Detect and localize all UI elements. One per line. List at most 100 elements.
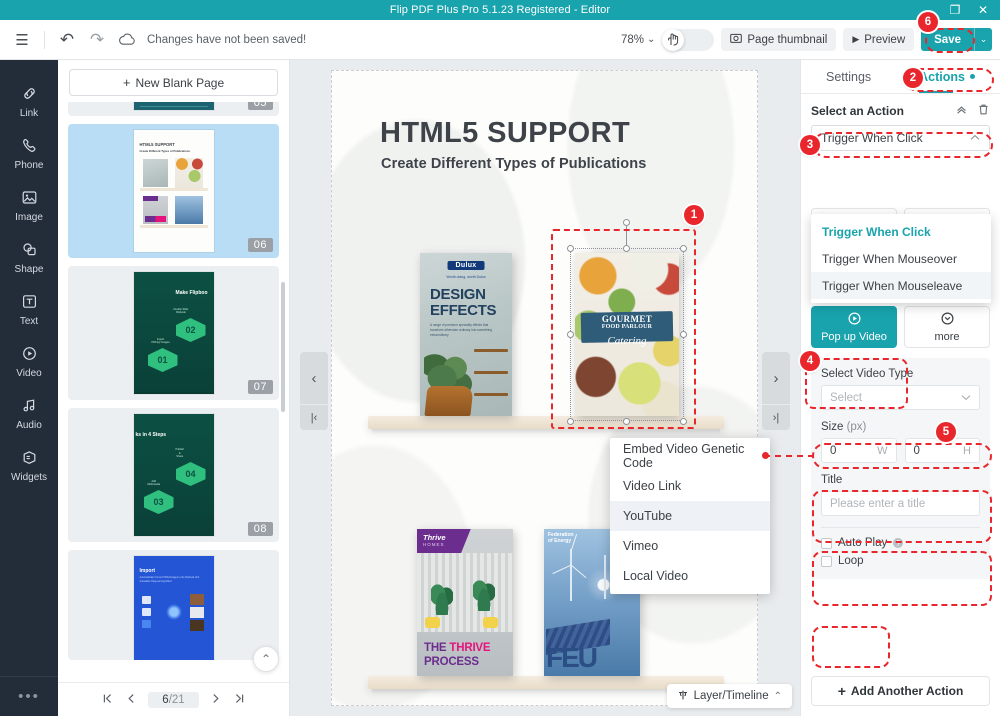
autoplay-checkbox-row[interactable]: Auto Play ? <box>821 537 980 549</box>
play-icon: ▶ <box>852 34 860 44</box>
trigger-option-click[interactable]: Trigger When Click <box>811 218 991 245</box>
action-card-label: Pop up Video <box>821 331 887 343</box>
loop-label: Loop <box>838 555 864 567</box>
height-input[interactable]: 0 H <box>904 438 980 463</box>
trigger-option-mouseleave[interactable]: Trigger When Mouseleave <box>811 272 991 299</box>
rail-item-widgets[interactable]: Widgets <box>0 440 58 492</box>
thumbnail-card-05[interactable]: Build an Multi-Media Fill More Vivid Bus… <box>68 102 279 116</box>
rail-item-label: Image <box>15 212 43 223</box>
tab-settings[interactable]: Settings <box>824 60 873 94</box>
page-indicator[interactable]: 6/21 <box>148 691 199 708</box>
tab-actions[interactable]: Actions <box>917 60 977 94</box>
collapse-panel-button[interactable]: ⌃ <box>253 646 279 672</box>
selection-handle-top-left[interactable] <box>567 245 574 252</box>
page-thumbnail-button[interactable]: Page thumbnail <box>721 28 837 51</box>
rail-more-button[interactable]: ••• <box>0 676 58 716</box>
video-type-dropdown-menu[interactable]: Embed Video Genetic Code Video Link YouT… <box>610 438 770 594</box>
selection-handle-mid-left[interactable] <box>567 331 574 338</box>
hand-tool-toggle[interactable] <box>662 28 715 51</box>
last-page-button[interactable] <box>232 693 247 707</box>
rail-item-text[interactable]: Text <box>0 284 58 336</box>
video-type-option-embed[interactable]: Embed Video Genetic Code <box>610 441 770 471</box>
thumb-text: Add Multimedia <box>147 480 161 486</box>
video-type-option-video-link[interactable]: Video Link <box>610 471 770 501</box>
title-input[interactable]: Please enter a title <box>821 491 980 516</box>
width-input[interactable]: 0 W <box>821 438 897 463</box>
trigger-select[interactable]: Trigger When Click <box>811 125 990 151</box>
add-another-action-button[interactable]: + Add Another Action <box>811 676 990 706</box>
autoplay-checkbox[interactable] <box>821 537 832 549</box>
trigger-dropdown-menu[interactable]: Trigger When Click Trigger When Mouseove… <box>811 214 991 303</box>
book-art-chair <box>424 386 474 416</box>
delete-action-icon[interactable] <box>977 103 990 119</box>
selection-handle-mid-right[interactable] <box>680 331 687 338</box>
action-card-more[interactable]: more <box>904 306 990 348</box>
layer-timeline-button[interactable]: Layer/Timeline ⌃ <box>666 684 792 708</box>
selection-box[interactable] <box>570 248 684 421</box>
save-dropdown-caret[interactable]: ⌄ <box>974 28 992 51</box>
editor-canvas[interactable]: HTML5 SUPPORT Create Different Types of … <box>290 60 800 716</box>
thumb-text: Publish & Share <box>175 448 185 459</box>
trigger-option-mouseover[interactable]: Trigger When Mouseover <box>811 245 991 272</box>
selection-handle-top-center[interactable] <box>623 245 630 252</box>
loop-checkbox[interactable] <box>821 555 832 567</box>
book-logo: Federation of Energy <box>548 532 574 544</box>
collapse-section-icon[interactable] <box>955 103 968 119</box>
page-canvas[interactable]: HTML5 SUPPORT Create Different Types of … <box>331 70 758 706</box>
close-button[interactable]: ✕ <box>970 0 996 20</box>
info-icon[interactable]: ? <box>893 538 904 548</box>
prev-page-nav-button[interactable]: ‹ <box>300 352 328 404</box>
layer-timeline-label: Layer/Timeline <box>693 690 769 702</box>
rail-item-phone[interactable]: Phone <box>0 128 58 180</box>
book-cover-design-effects[interactable]: Dulux Worth doing, worth Dulux DESIGN EFF… <box>420 253 512 416</box>
thumbnail-card-07[interactable]: Make Flipboo Double Slide Flipbook 02 Im… <box>68 266 279 400</box>
video-type-option-local-video[interactable]: Local Video <box>610 561 770 591</box>
selection-handle-bottom-left[interactable] <box>567 418 574 425</box>
video-type-option-youtube[interactable]: YouTube <box>610 501 770 531</box>
undo-icon[interactable]: ↶ <box>53 26 81 54</box>
selection-handle-bottom-right[interactable] <box>680 418 687 425</box>
toolbar-right-group: 78% ⌄ Page thumbnail ▶ Preview Save ⌄ <box>621 28 992 51</box>
thumbnail-card-08[interactable]: ks in 4 Steps Publish & Share 04 Add Mul… <box>68 408 279 542</box>
properties-panel: Settings Actions Select an Action Trigge… <box>800 60 1000 716</box>
callout-connector-line <box>764 455 814 457</box>
new-blank-page-button[interactable]: + New Blank Page <box>69 69 278 96</box>
thumbnail-card-06[interactable]: HTML5 SUPPORT Create Different Types of … <box>68 124 279 258</box>
action-card-popup-video[interactable]: Pop up Video <box>811 306 897 348</box>
selection-handle-top-right[interactable] <box>680 245 687 252</box>
scrollbar-thumb[interactable] <box>281 282 285 412</box>
rail-item-image[interactable]: Image <box>0 180 58 232</box>
rotate-handle[interactable] <box>623 219 630 226</box>
redo-icon[interactable]: ↷ <box>83 26 111 54</box>
rail-item-link[interactable]: Link <box>0 76 58 128</box>
thumb-text: 03 <box>143 490 174 514</box>
next-page-nav-button[interactable]: › <box>762 352 790 404</box>
thumbnail-scrollbar[interactable] <box>281 102 287 682</box>
maximize-button[interactable]: ❐ <box>942 0 968 20</box>
selection-handle-bottom-center[interactable] <box>623 418 630 425</box>
first-page-button[interactable] <box>100 693 115 707</box>
zoom-level-select[interactable]: 78% ⌄ <box>621 34 655 46</box>
next-page-button[interactable] <box>208 693 223 707</box>
first-page-nav-button[interactable]: |‹ <box>300 405 328 430</box>
rail-item-audio[interactable]: Audio <box>0 388 58 440</box>
book-art-palm-left <box>431 581 453 615</box>
hamburger-menu-icon[interactable]: ☰ <box>8 26 36 54</box>
video-type-option-vimeo[interactable]: Vimeo <box>610 531 770 561</box>
prev-page-button[interactable] <box>124 693 139 707</box>
plus-icon: + <box>122 75 131 90</box>
video-type-select[interactable]: Select <box>821 385 980 410</box>
thumbnail-pager: 6/21 <box>58 682 289 716</box>
select-action-title: Select an Action <box>811 104 904 118</box>
thumbnail-list[interactable]: Build an Multi-Media Fill More Vivid Bus… <box>58 102 289 682</box>
thumbnail-number: 07 <box>247 380 273 394</box>
thumbnail-number: 06 <box>247 238 273 252</box>
loop-checkbox-row[interactable]: Loop <box>821 555 980 567</box>
rail-item-video[interactable]: Video <box>0 336 58 388</box>
rail-item-shape[interactable]: Shape <box>0 232 58 284</box>
book-cover-thrive[interactable]: Thrive HOMES THE THRIVE PROCESS <box>417 529 513 676</box>
link-icon <box>21 85 38 105</box>
preview-button[interactable]: ▶ Preview <box>843 28 915 51</box>
thumbnail-card-09[interactable]: Import Automatically Convert PDFs/Images… <box>68 550 279 660</box>
last-page-nav-button[interactable]: ›| <box>762 405 790 430</box>
